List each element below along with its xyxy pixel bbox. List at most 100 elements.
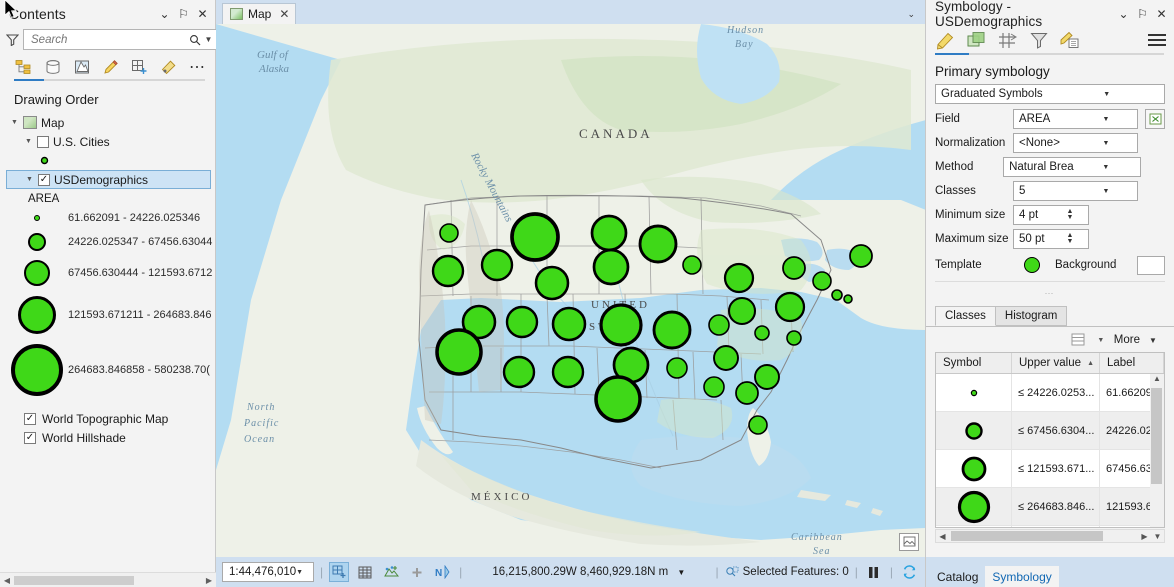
map-bookmark-icon[interactable] <box>899 533 919 551</box>
expand-arrow-icon[interactable]: ▼ <box>24 138 33 145</box>
table-row[interactable]: ≤ 121593.671... 67456.630… <box>936 450 1164 488</box>
map-graduated-symbol[interactable] <box>551 355 585 389</box>
scroll-right-arrow-icon[interactable]: ▶ <box>1138 532 1151 541</box>
navigation-icon[interactable]: N <box>433 562 453 582</box>
scroll-track[interactable] <box>949 531 1138 541</box>
map-scale-control[interactable]: 1:44,476,010 ▼ <box>222 562 314 582</box>
row-upper-value[interactable]: ≤ 121593.671... <box>1012 450 1100 487</box>
panel-splitter-grip[interactable]: ⋯ <box>926 282 1174 299</box>
more-options-icon[interactable]: ⋯ <box>188 57 207 77</box>
row-upper-value[interactable]: ≤ 24226.0253... <box>1012 374 1100 411</box>
map-graduated-symbol[interactable] <box>831 289 843 301</box>
map-graduated-symbol[interactable] <box>652 310 692 350</box>
map-graduated-symbol[interactable] <box>727 296 757 326</box>
map-graduated-symbol[interactable] <box>735 381 759 405</box>
column-header-symbol[interactable]: Symbol <box>936 353 1012 373</box>
scale-dropdown-caret-icon[interactable]: ▼ <box>296 569 311 576</box>
map-graduated-symbol[interactable] <box>782 256 806 280</box>
maximum-size-stepper[interactable]: 50 pt ▲ ▼ <box>1013 229 1089 249</box>
contents-pin-icon[interactable]: ⚐ <box>175 6 192 23</box>
table-row[interactable] <box>936 526 1164 527</box>
map-graduated-symbol[interactable] <box>843 294 853 304</box>
stepper-arrows[interactable]: ▲ ▼ <box>1053 232 1087 245</box>
map-graduated-symbol[interactable] <box>510 212 560 262</box>
tab-classes[interactable]: Classes <box>935 306 996 326</box>
tab-overflow-caret-icon[interactable]: ⌄ <box>907 9 915 20</box>
row-symbol[interactable] <box>936 450 1012 487</box>
map-graduated-symbol[interactable] <box>748 415 768 435</box>
attribute-table-icon[interactable] <box>355 562 375 582</box>
scroll-thumb[interactable] <box>14 575 134 585</box>
stepper-arrows[interactable]: ▲ ▼ <box>1053 208 1087 221</box>
map-canvas[interactable]: Gulf of Alaska Hudson Bay CANADA Rocky M… <box>216 24 925 557</box>
list-view-dropdown-caret-icon[interactable]: ▼ <box>1092 332 1110 348</box>
map-graduated-symbol[interactable] <box>599 303 643 347</box>
contents-menu-caret-icon[interactable]: ⌄ <box>156 6 173 23</box>
layer-checkbox-usdemographics[interactable]: ✓ <box>38 173 50 186</box>
map-graduated-symbol[interactable] <box>638 224 678 264</box>
column-header-upper-value[interactable]: Upper value ▲ <box>1012 353 1100 373</box>
selection-icon[interactable] <box>72 57 91 77</box>
advanced-options-icon[interactable] <box>1059 29 1081 51</box>
classes-table-horizontal-scrollbar[interactable]: ◀ ▶ ▼ <box>935 529 1165 543</box>
symbology-close-icon[interactable]: ✕ <box>1153 6 1170 23</box>
map-graduated-symbol[interactable] <box>592 248 630 286</box>
select-by-attributes-icon[interactable] <box>381 562 401 582</box>
vary-symbology-by-attribute-icon[interactable] <box>966 29 988 51</box>
map-graduated-symbol[interactable] <box>774 291 806 323</box>
column-header-label[interactable]: Label <box>1100 353 1164 373</box>
chevron-down-icon[interactable]: ▼ <box>1077 188 1135 195</box>
scroll-down-arrow-icon[interactable]: ▼ <box>1151 532 1164 541</box>
drawing-order-icon[interactable] <box>14 57 33 77</box>
map-graduated-symbol[interactable] <box>439 223 459 243</box>
symbology-pin-icon[interactable]: ⚐ <box>1134 6 1151 23</box>
primary-symbology-icon[interactable] <box>935 29 957 51</box>
data-source-icon[interactable] <box>43 57 62 77</box>
scroll-up-arrow-icon[interactable]: ▲ <box>1150 374 1164 387</box>
scroll-track[interactable] <box>14 575 202 586</box>
contents-close-icon[interactable]: ✕ <box>194 6 211 23</box>
map-graduated-symbol[interactable] <box>754 364 780 390</box>
map-graduated-symbol[interactable] <box>708 314 730 336</box>
row-symbol[interactable] <box>936 488 1012 525</box>
chevron-down-icon[interactable]: ▼ <box>1077 140 1135 147</box>
table-row[interactable]: ≤ 264683.846... 121593.67… <box>936 488 1164 526</box>
scroll-left-arrow-icon[interactable]: ◀ <box>936 532 949 541</box>
list-view-icon[interactable] <box>1070 332 1088 348</box>
create-features-icon[interactable] <box>329 562 350 582</box>
map-graduated-symbol[interactable] <box>682 255 702 275</box>
expression-builder-button[interactable] <box>1145 109 1165 129</box>
minimum-size-stepper[interactable]: 4 pt ▲ ▼ <box>1013 205 1089 225</box>
row-upper-value[interactable]: ≤ 264683.846... <box>1012 488 1100 525</box>
symbology-menu-caret-icon[interactable]: ⌄ <box>1115 6 1132 23</box>
scroll-thumb[interactable] <box>1151 388 1162 484</box>
search-box[interactable]: ▼ <box>23 29 218 50</box>
template-symbol-swatch[interactable] <box>1024 257 1040 273</box>
map-graduated-symbol[interactable] <box>812 271 832 291</box>
chevron-down-icon[interactable]: ▼ <box>1074 164 1138 171</box>
scroll-right-arrow-icon[interactable]: ▶ <box>202 576 216 585</box>
tab-histogram[interactable]: Histogram <box>994 306 1068 326</box>
scroll-left-arrow-icon[interactable]: ◀ <box>0 576 14 585</box>
map-graduated-symbol[interactable] <box>666 357 688 379</box>
more-caret-icon[interactable]: ▼ <box>1144 332 1162 348</box>
tree-node-map[interactable]: ▼ Map <box>6 113 215 132</box>
map-graduated-symbol[interactable] <box>505 305 539 339</box>
tree-node-usdemographics[interactable]: ▼ ✓ USDemographics <box>6 170 211 189</box>
clear-selection-icon[interactable] <box>407 562 427 582</box>
map-graduated-symbol[interactable] <box>594 375 642 423</box>
row-symbol[interactable] <box>936 526 1012 527</box>
more-label[interactable]: More <box>1114 334 1140 346</box>
row-symbol[interactable] <box>936 374 1012 411</box>
symbol-layer-drawing-icon[interactable] <box>997 29 1019 51</box>
row-upper-value[interactable]: ≤ 67456.6304... <box>1012 412 1100 449</box>
pause-drawing-icon[interactable] <box>864 562 884 582</box>
tab-map[interactable]: Map ✕ <box>222 3 297 24</box>
map-graduated-symbol[interactable] <box>435 328 483 376</box>
snapping-grid-icon[interactable] <box>130 57 149 77</box>
scroll-thumb[interactable] <box>951 531 1103 541</box>
row-upper-value[interactable] <box>1012 526 1100 527</box>
map-graduated-symbol[interactable] <box>480 248 514 282</box>
map-graduated-symbol[interactable] <box>786 330 802 346</box>
refresh-icon[interactable] <box>899 562 919 582</box>
